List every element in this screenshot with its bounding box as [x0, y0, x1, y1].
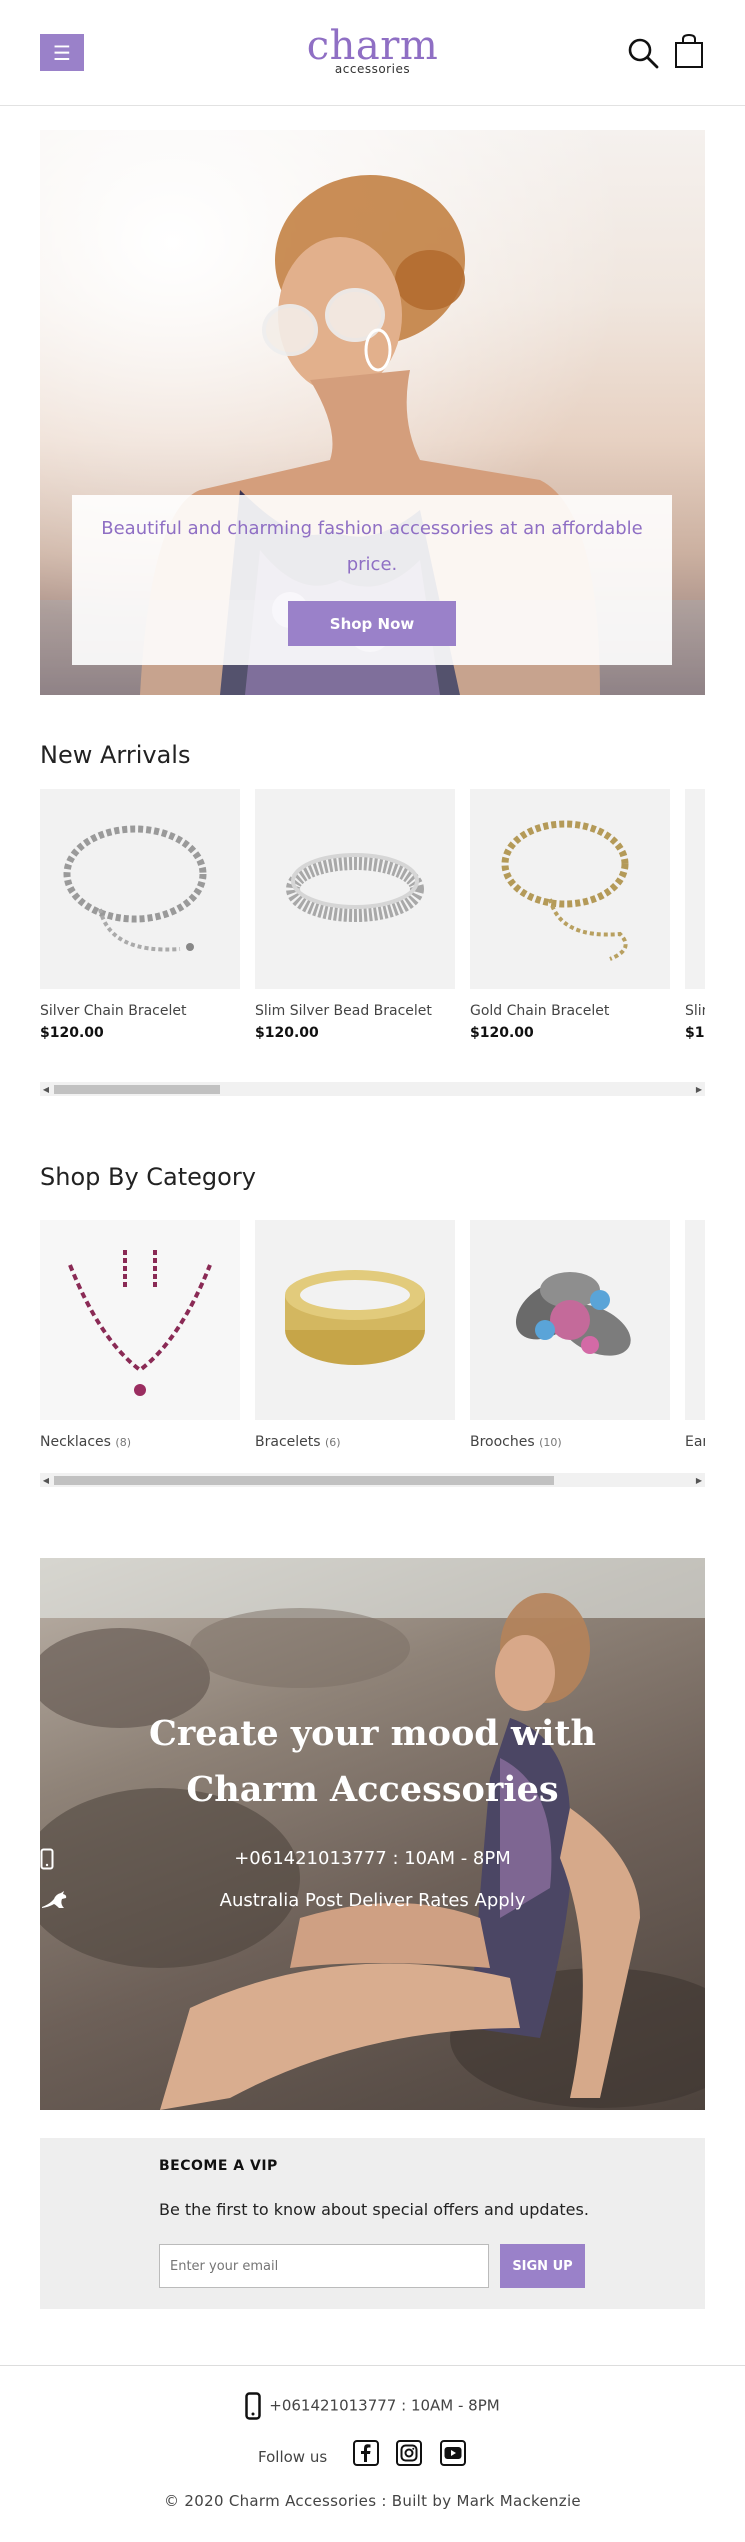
footer-phone-text: +061421013777 : 10AM - 8PM	[269, 2396, 500, 2415]
silver-chain-bracelet-image	[63, 825, 207, 952]
category-name: Necklaces	[40, 1434, 111, 1450]
category-card[interactable]: Brooches (10)	[470, 1220, 670, 1450]
shopping-bag-icon[interactable]	[674, 33, 704, 69]
product-image[interactable]	[40, 789, 240, 989]
category-count: (6)	[325, 1436, 341, 1449]
vip-description: Be the first to know about special offer…	[159, 2200, 589, 2219]
hero-promo-card: Beautiful and charming fashion accessori…	[72, 495, 672, 665]
mood-shipping-text: Australia Post Deliver Rates Apply	[219, 1890, 526, 1911]
product-price: $12	[685, 1025, 705, 1041]
category-card[interactable]: Bracelets (6)	[255, 1220, 455, 1450]
mobile-phone-icon	[245, 2392, 262, 2420]
product-name[interactable]: Slim Silver Bead Bracelet	[255, 1003, 455, 1019]
shop-now-button[interactable]: Shop Now	[288, 601, 456, 646]
scrollbar-thumb[interactable]	[54, 1476, 554, 1485]
category-label[interactable]: Brooches (10)	[470, 1434, 670, 1450]
kangaroo-icon	[42, 1891, 67, 1908]
categories-scrollbar[interactable]: ◀ ▶	[40, 1473, 705, 1487]
product-price: $120.00	[255, 1025, 319, 1041]
hero-tagline: Beautiful and charming fashion accessori…	[101, 518, 643, 575]
email-input[interactable]	[159, 2244, 489, 2288]
category-name: Brooches	[470, 1434, 535, 1450]
category-card[interactable]: Ear	[685, 1220, 705, 1450]
copyright-text: © 2020 Charm Accessories : Built by Mark…	[164, 2492, 581, 2510]
site-header: ☰ charm accessories	[0, 0, 745, 106]
product-image[interactable]	[470, 789, 670, 989]
sign-up-button[interactable]: SIGN UP	[500, 2244, 585, 2288]
mood-headline: Create your mood with Charm Accessories	[148, 1713, 597, 1810]
slim-silver-bead-bracelet-image	[286, 853, 424, 922]
scroll-left-arrow-icon[interactable]: ◀	[40, 1473, 52, 1487]
mood-banner: Create your mood with Charm Accessories …	[40, 1558, 705, 2110]
category-image[interactable]	[470, 1220, 670, 1420]
category-label[interactable]: Bracelets (6)	[255, 1434, 455, 1450]
scrollbar-thumb[interactable]	[54, 1085, 220, 1094]
youtube-icon[interactable]	[440, 2440, 466, 2466]
category-name: Ear	[685, 1434, 705, 1450]
product-card[interactable]: Gold Chain Bracelet $120.00	[470, 789, 670, 1041]
category-count: (8)	[115, 1436, 132, 1449]
search-icon[interactable]	[626, 36, 660, 70]
product-name[interactable]: Gold Chain Bracelet	[470, 1003, 670, 1019]
scroll-right-arrow-icon[interactable]: ▶	[693, 1473, 705, 1487]
new-arrivals-scrollbar[interactable]: ◀ ▶	[40, 1082, 705, 1096]
category-card[interactable]: Necklaces (8)	[40, 1220, 240, 1450]
product-price: $120.00	[40, 1025, 104, 1041]
hero-banner: Beautiful and charming fashion accessori…	[40, 130, 705, 695]
instagram-icon[interactable]	[396, 2440, 422, 2466]
facebook-icon[interactable]	[353, 2440, 379, 2466]
product-name[interactable]: Slim	[685, 1003, 705, 1019]
mood-shipping-line: Australia Post Deliver Rates Apply	[40, 1890, 705, 1911]
mood-phone-text: +061421013777 : 10AM - 8PM	[234, 1848, 511, 1869]
vip-signup-section: BECOME A VIP Be the first to know about …	[40, 2138, 705, 2309]
category-image[interactable]	[685, 1220, 705, 1420]
product-image[interactable]	[685, 789, 705, 989]
necklace-image	[68, 1250, 212, 1396]
footer-phone-line: +061421013777 : 10AM - 8PM	[0, 2392, 745, 2420]
product-card[interactable]: Slim $12	[685, 789, 705, 1041]
category-image[interactable]	[255, 1220, 455, 1420]
shop-by-category-title: Shop By Category	[40, 1163, 256, 1191]
brooch-image	[515, 1272, 631, 1356]
mood-background-photo	[40, 1558, 705, 2110]
scroll-left-arrow-icon[interactable]: ◀	[40, 1082, 52, 1096]
gold-bracelet-image	[285, 1270, 425, 1365]
scroll-right-arrow-icon[interactable]: ▶	[693, 1082, 705, 1096]
site-footer: +061421013777 : 10AM - 8PM Follow us © 2…	[0, 2365, 745, 2542]
mood-phone-line: +061421013777 : 10AM - 8PM	[40, 1848, 705, 1870]
gold-chain-bracelet-image	[501, 820, 629, 961]
product-name[interactable]: Silver Chain Bracelet	[40, 1003, 240, 1019]
vip-title: BECOME A VIP	[159, 2158, 278, 2174]
category-image[interactable]	[40, 1220, 240, 1420]
category-name: Bracelets	[255, 1434, 321, 1450]
category-count: (10)	[539, 1436, 562, 1449]
follow-us-label: Follow us	[258, 2448, 328, 2466]
product-card[interactable]: Slim Silver Bead Bracelet $120.00	[255, 789, 455, 1041]
product-image[interactable]	[255, 789, 455, 989]
mobile-phone-icon	[40, 1848, 54, 1870]
product-price: $120.00	[470, 1025, 534, 1041]
product-card[interactable]: Silver Chain Bracelet $120.00	[40, 789, 240, 1041]
category-label[interactable]: Necklaces (8)	[40, 1434, 240, 1450]
new-arrivals-title: New Arrivals	[40, 741, 191, 769]
category-label[interactable]: Ear	[685, 1434, 705, 1450]
